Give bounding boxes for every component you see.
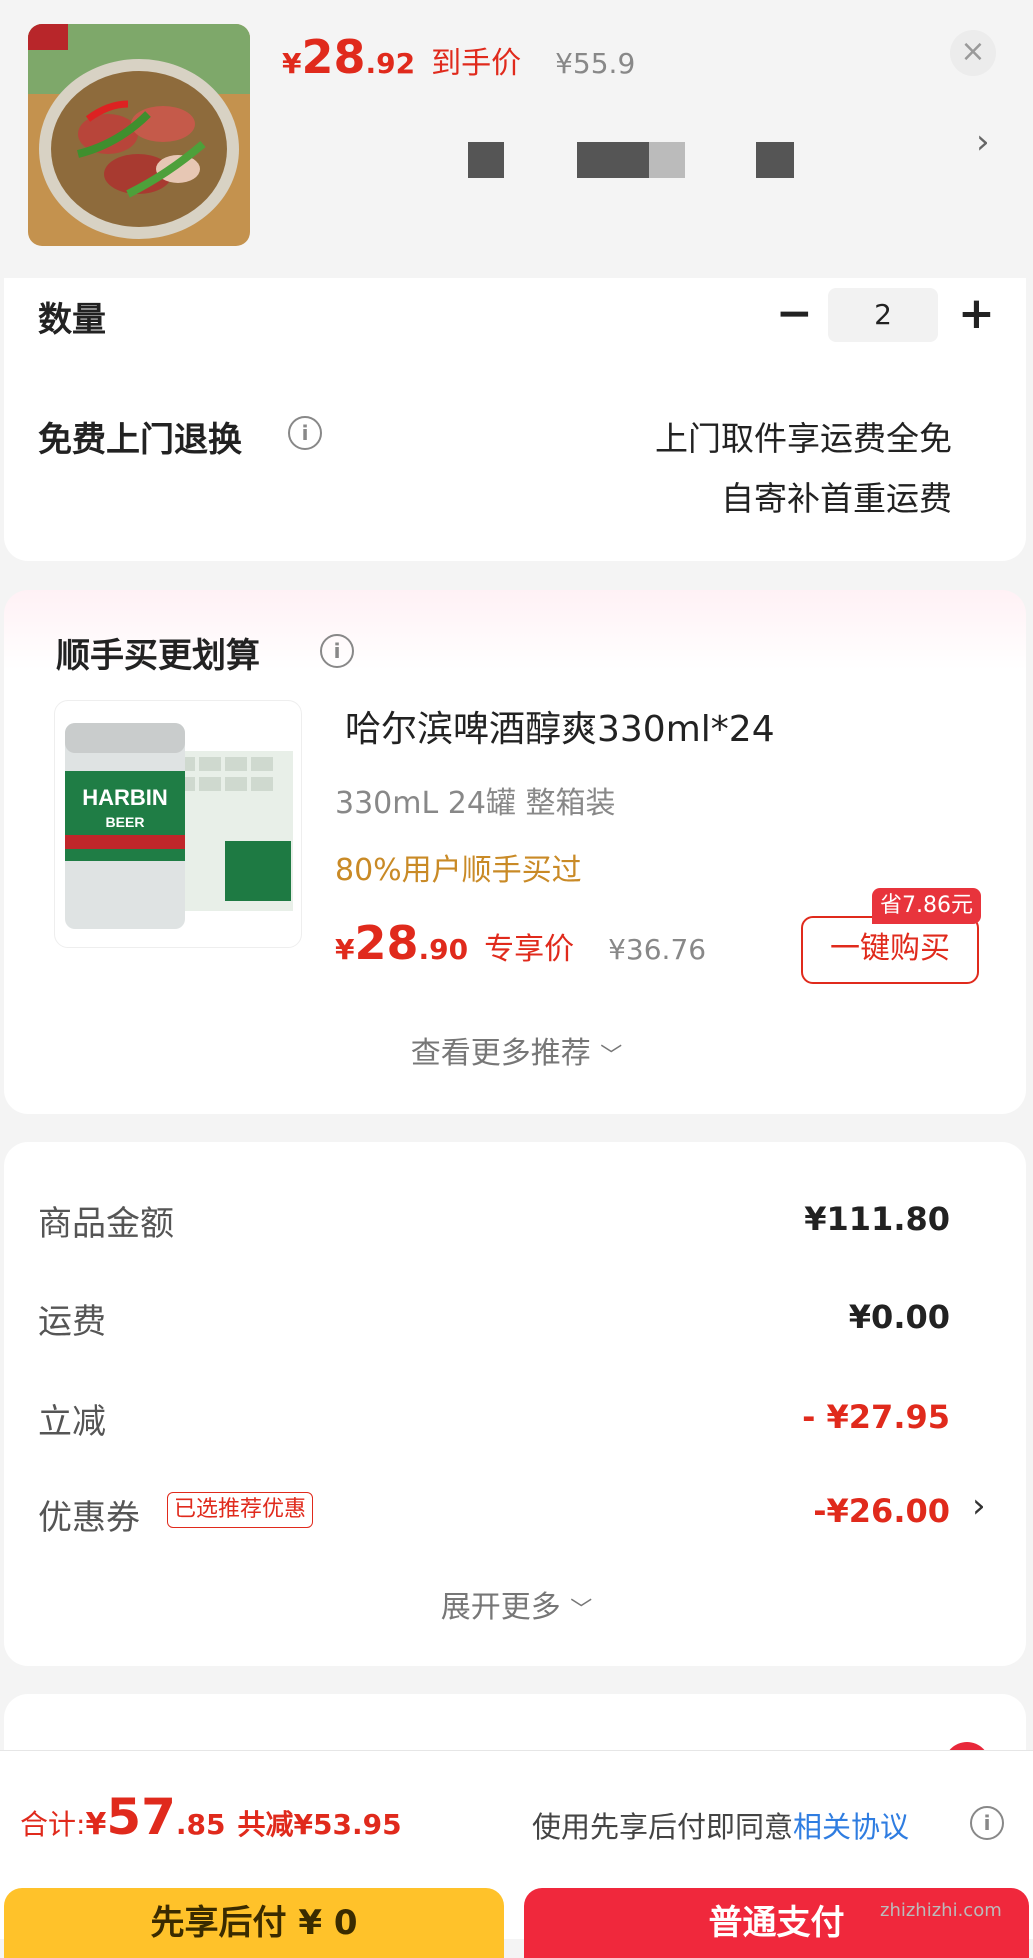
price-integer: 28 [354,916,419,970]
beer-product-image[interactable]: HARBIN BEER [54,700,302,948]
coupon-selected-badge: 已选推荐优惠 [167,1492,314,1528]
expand-more-link[interactable]: 展开更多 ﹀ [0,1582,1033,1626]
sku-chevron-icon[interactable]: › [976,122,990,162]
return-self-ship-text: 自寄补首重运费 [721,479,952,518]
total-saved: 共减¥53.95 [237,1808,402,1841]
recommend-product-spec: 330mL 24罐 整箱装 [335,786,616,821]
chevron-down-icon: ﹀ [570,1598,593,1623]
chevron-down-icon: ﹀ [600,1044,623,1069]
header-price: ¥ 28 .92 到手价 ¥55.9 [282,30,635,90]
more-recommend-label: 查看更多推荐 [410,1036,591,1071]
censored-block [649,142,685,178]
recommend-price: ¥ 28 .90 专享价 ¥36.76 [335,916,706,970]
discount-label: 立减 [38,1402,106,1442]
recommend-social-proof: 80%用户顺手买过 [335,853,582,888]
total-decimal: .85 [175,1808,226,1841]
free-return-label: 免费上门退换 [38,420,242,460]
currency-symbol: ¥ [282,47,302,80]
coupon-label: 优惠券 [38,1498,140,1538]
original-price: ¥36.76 [608,933,707,966]
product-thumbnail [28,24,250,246]
quantity-increment-button[interactable]: + [958,288,995,339]
coupon-chevron-icon[interactable]: › [972,1486,986,1526]
shipping-label: 运费 [38,1302,106,1342]
discount-value: - ¥27.95 [802,1398,950,1436]
shipping-value: ¥0.00 [848,1298,950,1336]
price-label: 专享价 [484,932,575,967]
can-sub-text: BEER [106,814,145,830]
price-decimal: .92 [365,47,416,80]
close-button[interactable]: × [950,30,996,76]
quantity-label: 数量 [38,300,106,340]
total-integer: 57 [106,1788,176,1846]
price-integer: 28 [301,30,366,84]
recommend-product-title[interactable]: 哈尔滨啤酒醇爽330ml*24 [345,700,775,752]
agreement-prefix: 使用先享后付即同意 [532,1810,794,1844]
currency-symbol: ¥ [85,1807,107,1842]
pay-later-button[interactable]: 先享后付 ¥ 0 [4,1888,504,1958]
quantity-decrement-button[interactable]: − [776,288,813,339]
original-price: ¥55.9 [555,47,636,80]
goods-amount-value: ¥111.80 [804,1200,950,1238]
info-icon[interactable]: i [970,1806,1004,1840]
save-badge: 省7.86元 [872,888,981,924]
normal-pay-button[interactable]: 普通支付 [524,1888,1029,1958]
expand-more-label: 展开更多 [440,1590,561,1625]
goods-amount-label: 商品金额 [38,1204,174,1244]
price-label: 到手价 [431,46,522,81]
order-total: 合计: ¥ 57 .85 共减¥53.95 [20,1788,402,1846]
price-decimal: .90 [418,933,469,966]
quantity-input[interactable]: 2 [828,288,938,342]
coupon-value[interactable]: -¥26.00 [700,1492,950,1530]
close-icon: × [960,34,986,69]
can-brand-text: HARBIN [82,785,168,810]
total-label: 合计: [20,1808,86,1841]
censored-block [468,142,504,178]
agreement-text: 使用先享后付即同意相关协议 [532,1804,909,1846]
currency-symbol: ¥ [335,933,355,966]
return-pickup-text: 上门取件享运费全免 [655,419,952,458]
info-icon[interactable]: i [288,416,322,450]
info-icon[interactable]: i [320,634,354,668]
censored-block [756,142,794,178]
more-recommend-link[interactable]: 查看更多推荐 ﹀ [0,1028,1033,1072]
agreement-link[interactable]: 相关协议 [793,1810,909,1844]
one-click-buy-button[interactable]: 一键购买 [801,916,979,984]
recommend-title: 顺手买更划算 [56,636,260,676]
watermark: zhizhizhi.com [880,1900,1002,1921]
censored-block [577,142,649,178]
